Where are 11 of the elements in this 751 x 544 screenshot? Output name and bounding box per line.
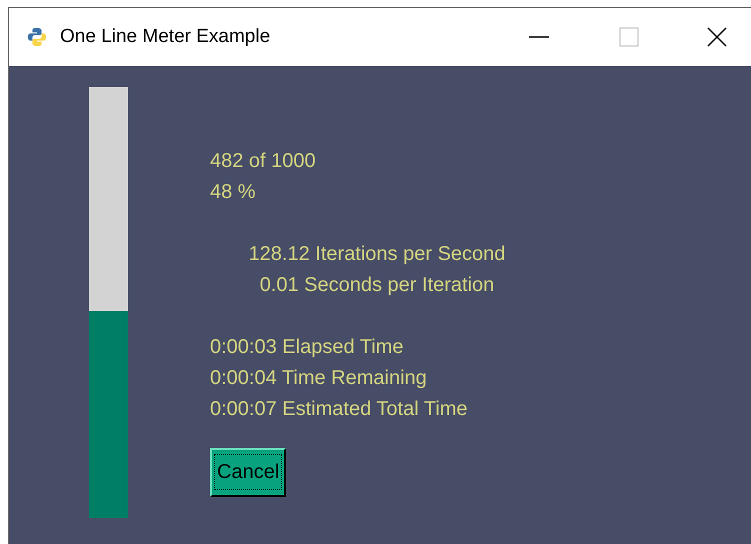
stat-text: 0:00:04 Time Remaining bbox=[210, 366, 427, 391]
stat-text: 0.01 Seconds per Iteration bbox=[260, 273, 494, 298]
stat-text: 482 of 1000 bbox=[210, 149, 316, 174]
window-title: One Line Meter Example bbox=[60, 24, 270, 49]
stat-text: 128.12 Iterations per Second bbox=[248, 242, 506, 267]
stat-text: 0:00:03 Elapsed Time bbox=[210, 335, 404, 360]
close-icon[interactable] bbox=[707, 27, 727, 47]
stat-text: 48 % bbox=[210, 180, 256, 205]
cancel-button[interactable]: Cancel bbox=[210, 448, 286, 497]
stat-text: 0:00:07 Estimated Total Time bbox=[210, 397, 468, 422]
python-logo-icon bbox=[26, 26, 48, 48]
